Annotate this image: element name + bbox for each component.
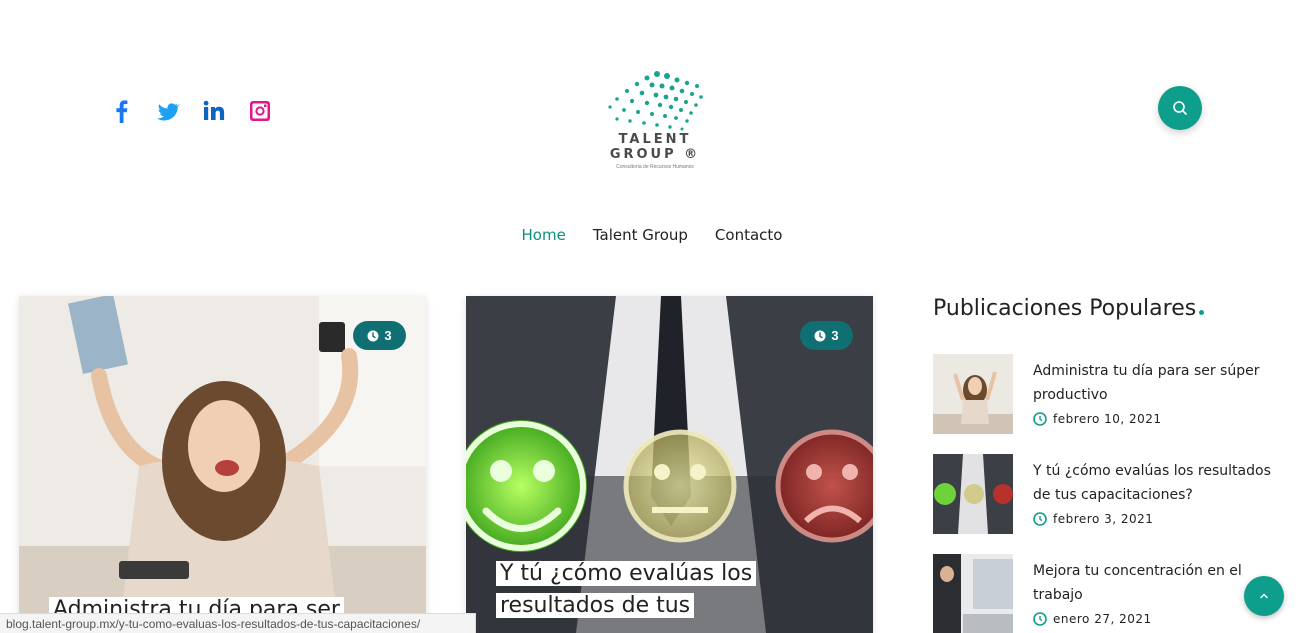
sidebar-heading-text: Publicaciones Populares [933,296,1197,321]
twitter-icon [157,103,180,121]
linkedin-icon [203,100,225,120]
clock-icon [367,330,379,341]
logo-dots-graphic [608,71,703,131]
popular-post-title[interactable]: Administra tu día para ser súper product… [1033,359,1288,407]
nav-home[interactable]: Home [522,226,566,244]
clock-icon [1033,512,1047,526]
popular-post-thumbnail[interactable] [933,554,1013,633]
main-navigation: Home Talent Group Contacto [0,226,1304,244]
logo-text-line2: GROUP ® [609,147,701,162]
reading-time-badge: 3 [800,321,853,350]
popular-post-title[interactable]: Y tú ¿cómo evalúas los resultados de tus… [1033,459,1288,507]
site-logo[interactable]: TALENT GROUP ® Consultoría de Recursos H… [600,70,710,170]
browser-status-url: blog.talent-group.mx/y-tu-como-evaluas-l… [0,613,476,633]
popular-post-item[interactable]: Administra tu día para ser súper product… [933,354,1293,434]
facebook-icon [116,100,128,123]
popular-post-thumbnail[interactable] [933,354,1013,434]
logo-text-line1: TALENT [618,132,692,147]
popular-post-date: febrero 3, 2021 [1033,512,1153,526]
search-button[interactable] [1158,86,1202,130]
instagram-icon [250,101,270,121]
social-links [110,98,272,126]
popular-post-date-text: febrero 3, 2021 [1053,512,1154,526]
popular-post-date-text: febrero 10, 2021 [1053,412,1162,426]
heading-dot [1199,310,1205,315]
sidebar-heading: Publicaciones Populares [933,296,1293,321]
post-card[interactable]: 3 Administra tu día para ser súper [19,296,426,633]
popular-post-item[interactable]: Mejora tu concentración en el trabajo en… [933,554,1293,633]
popular-post-date-text: enero 27, 2021 [1053,612,1152,626]
popular-post-date: enero 27, 2021 [1033,612,1152,626]
search-icon [1173,101,1187,115]
facebook-link[interactable] [110,98,134,126]
logo-tagline: Consultoría de Recursos Humanos [616,164,694,170]
reading-time-badge: 3 [353,321,406,350]
back-to-top-button[interactable] [1244,576,1284,616]
reading-time-value: 3 [831,328,839,343]
twitter-link[interactable] [156,98,180,126]
popular-post-thumbnail[interactable] [933,454,1013,534]
instagram-link[interactable] [248,98,272,126]
nav-contacto[interactable]: Contacto [715,226,783,244]
linkedin-link[interactable] [202,98,226,126]
clock-icon [1033,612,1047,626]
popular-post-date: febrero 10, 2021 [1033,412,1162,426]
chevron-up-icon [1260,593,1268,599]
post-card[interactable]: 3 Y tú ¿cómo evalúas los resultados de t… [466,296,873,633]
popular-post-item[interactable]: Y tú ¿cómo evalúas los resultados de tus… [933,454,1293,534]
nav-talent-group[interactable]: Talent Group [593,226,688,244]
post-title-text: Y tú ¿cómo evalúas los resultados de tus [496,561,757,618]
popular-posts-sidebar: Publicaciones Populares Administra tu dí… [933,296,1293,633]
post-title[interactable]: Y tú ¿cómo evalúas los resultados de tus [496,558,826,622]
clock-icon [1033,412,1047,426]
clock-icon [814,330,826,341]
reading-time-value: 3 [384,328,392,343]
